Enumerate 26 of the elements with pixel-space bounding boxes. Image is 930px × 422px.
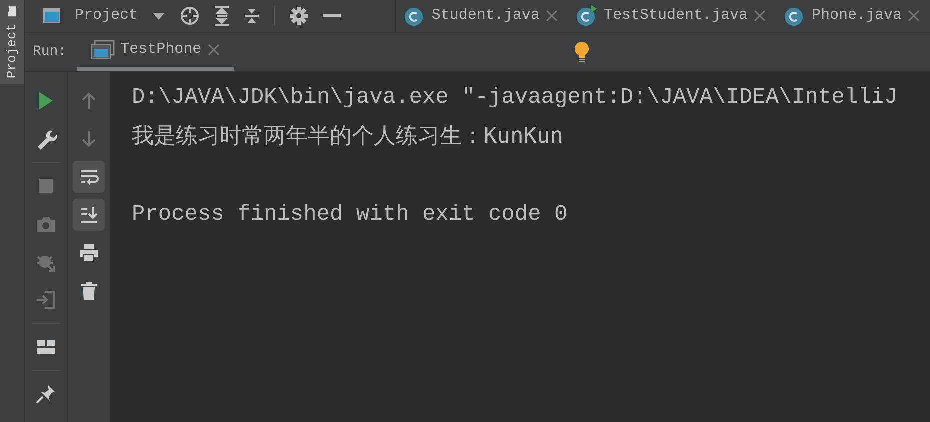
scroll-to-end-button[interactable] xyxy=(73,199,105,231)
editor-tab[interactable]: Phone.java xyxy=(776,0,930,32)
editor-tab[interactable]: Student.java xyxy=(396,0,568,32)
lightbulb-icon[interactable] xyxy=(574,41,590,63)
console-line: 我是练习时常两年半的个人练习生：KunKun xyxy=(132,123,564,151)
locate-icon[interactable] xyxy=(180,6,200,26)
folder-icon xyxy=(6,6,18,18)
exit-icon xyxy=(35,289,57,311)
project-tool-button[interactable]: Project xyxy=(0,0,24,85)
trash-icon xyxy=(78,280,100,302)
minimize-icon[interactable] xyxy=(323,14,342,18)
exit-message: Process finished with exit code 0 xyxy=(132,201,568,229)
settings-icon[interactable] xyxy=(289,6,310,26)
scroll-to-end-icon xyxy=(78,204,100,226)
console-icon xyxy=(90,40,115,60)
pin-icon xyxy=(35,383,57,405)
editor-tab[interactable]: TestStudent.java xyxy=(568,0,776,32)
dropdown-icon[interactable] xyxy=(152,11,166,21)
window-icon xyxy=(43,8,61,24)
expand-all-icon[interactable] xyxy=(214,6,230,26)
soft-wrap-button[interactable] xyxy=(73,161,105,193)
collapse-all-icon[interactable] xyxy=(244,6,260,26)
panel-title: Project xyxy=(75,6,138,26)
run-label: Run: xyxy=(32,42,68,62)
print-icon xyxy=(78,242,100,264)
console-line: D:\JAVA\JDK\bin\java.exe "-javaagent:D:\JAVA\IDEA\IntelliJ xyxy=(132,84,898,112)
